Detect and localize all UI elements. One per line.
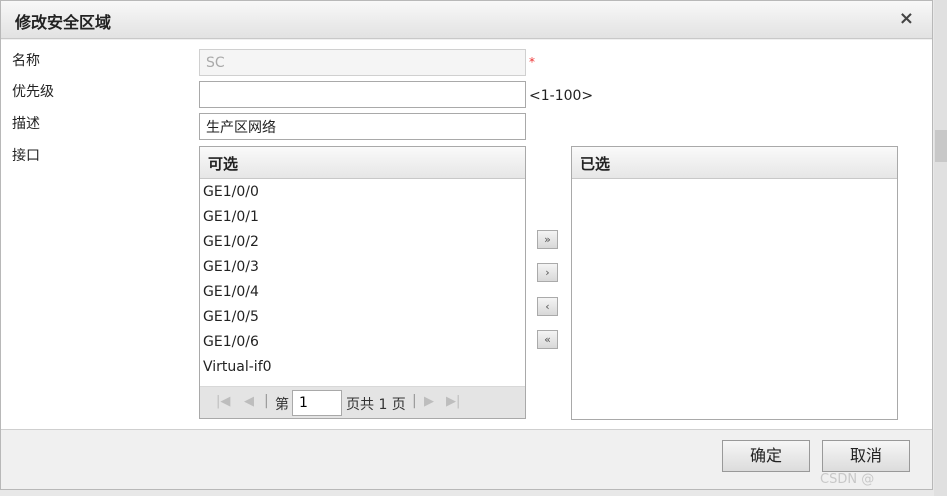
pager-divider: |	[264, 393, 269, 409]
move-right-button[interactable]: ›	[537, 263, 558, 282]
description-field[interactable]	[199, 113, 526, 140]
list-item[interactable]: GE1/0/6	[200, 330, 525, 355]
move-left-button[interactable]: ‹	[537, 297, 558, 316]
pagination-bar: |◀ ◀ | 第 页共 1 页 | ▶ ▶|	[200, 386, 525, 418]
required-mark: *	[529, 55, 535, 69]
watermark: CSDN @	[820, 472, 875, 487]
list-item[interactable]: GE1/0/0	[200, 180, 525, 205]
list-item[interactable]: GE1/0/3	[200, 255, 525, 280]
page-scrollbar[interactable]	[934, 0, 947, 496]
selected-list[interactable]	[572, 179, 897, 419]
available-list: GE1/0/0 GE1/0/1 GE1/0/2 GE1/0/3 GE1/0/4 …	[200, 179, 525, 380]
priority-label: 优先级	[12, 84, 54, 100]
move-all-left-button[interactable]: «	[537, 330, 558, 349]
description-label: 描述	[12, 116, 40, 132]
ok-button[interactable]: 确定	[722, 440, 810, 472]
first-page-icon[interactable]: |◀	[216, 394, 230, 409]
edit-security-zone-dialog: 修改安全区域 × 名称 * 优先级 <1-100> 描述 接口 可选 GE1/0…	[0, 0, 933, 490]
list-item[interactable]: GE1/0/2	[200, 230, 525, 255]
list-item[interactable]: Virtual-if0	[200, 355, 525, 380]
page-prefix: 第	[275, 397, 289, 413]
name-label: 名称	[12, 53, 40, 69]
move-all-right-button[interactable]: »	[537, 230, 558, 249]
cancel-button[interactable]: 取消	[822, 440, 910, 472]
priority-field[interactable]	[199, 81, 526, 108]
list-item[interactable]: GE1/0/5	[200, 305, 525, 330]
page-suffix: 页共 1 页	[346, 397, 406, 413]
priority-range-hint: <1-100>	[529, 88, 594, 104]
dialog-titlebar: 修改安全区域 ×	[1, 1, 932, 39]
close-icon[interactable]: ×	[899, 8, 914, 30]
available-interfaces-panel: 可选 GE1/0/0 GE1/0/1 GE1/0/2 GE1/0/3 GE1/0…	[199, 146, 526, 419]
page-scrollbar-thumb[interactable]	[935, 130, 947, 162]
dialog-content: 名称 * 优先级 <1-100> 描述 接口 可选 GE1/0/0 GE1/0/…	[1, 40, 932, 430]
list-item[interactable]: GE1/0/1	[200, 205, 525, 230]
next-page-icon[interactable]: ▶	[424, 394, 434, 409]
selected-interfaces-panel: 已选	[571, 146, 898, 420]
dialog-title: 修改安全区域	[15, 13, 112, 32]
name-field[interactable]	[199, 49, 526, 76]
selected-header: 已选	[572, 147, 897, 179]
interface-label: 接口	[12, 148, 40, 164]
available-header: 可选	[200, 147, 525, 179]
pager-divider: |	[412, 393, 417, 409]
prev-page-icon[interactable]: ◀	[244, 394, 254, 409]
last-page-icon[interactable]: ▶|	[446, 394, 460, 409]
list-item[interactable]: GE1/0/4	[200, 280, 525, 305]
page-number-input[interactable]	[292, 390, 342, 416]
